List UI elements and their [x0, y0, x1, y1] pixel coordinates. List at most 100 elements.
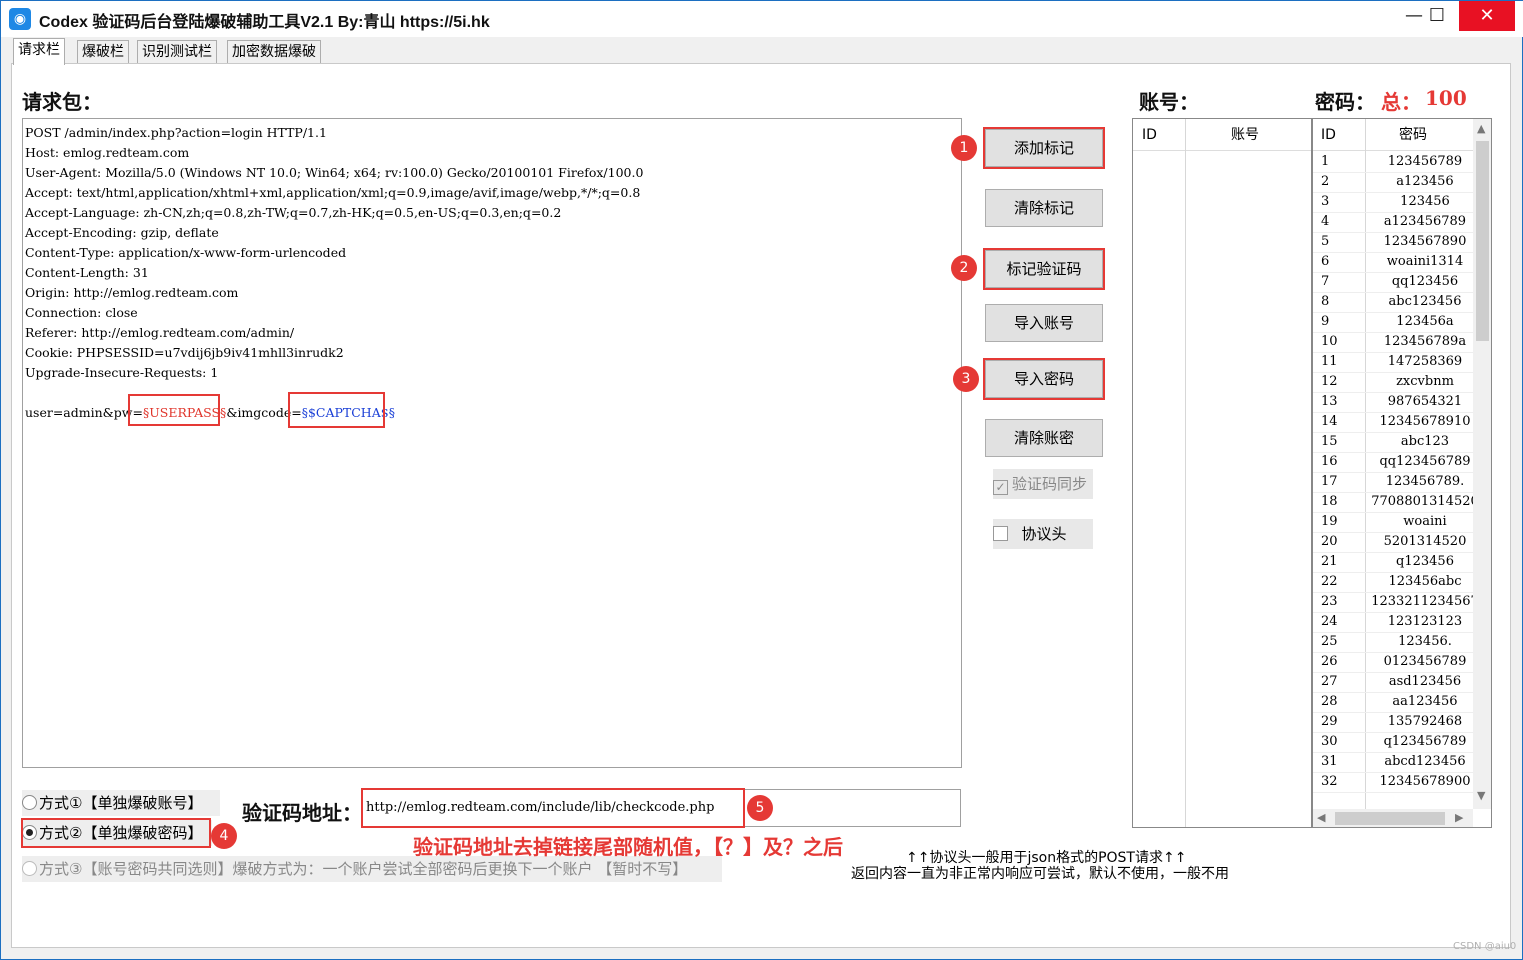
table-row[interactable]: 13 987654321 [1313, 392, 1473, 412]
row-password: 123456789a [1383, 334, 1467, 349]
accounts-table-header: ID 账号 [1133, 119, 1311, 151]
tab-brute[interactable]: 爆破栏 [77, 40, 129, 64]
passwords-vscrollbar[interactable]: ▲ ▼ [1473, 119, 1491, 809]
table-row[interactable]: 24 123123123 [1313, 612, 1473, 632]
row-password: q123456789 [1383, 734, 1467, 749]
row-password: 987654321 [1387, 394, 1463, 409]
row-id: 1 [1321, 154, 1330, 169]
row-id: 17 [1321, 474, 1338, 489]
userpass-highlight [128, 394, 220, 426]
table-row[interactable]: 10 123456789a [1313, 332, 1473, 352]
row-id: 4 [1321, 214, 1330, 229]
row-password: 123456789 [1387, 154, 1463, 169]
window-title: Codex 验证码后台登陆爆破辅助工具V2.1 By:青山 https://5i… [39, 14, 490, 31]
row-id: 14 [1321, 414, 1338, 429]
mode2-highlight [21, 818, 211, 848]
table-row[interactable]: 7 qq123456 [1313, 272, 1473, 292]
table-row[interactable]: 15 abc123 [1313, 432, 1473, 452]
checkbox-unchecked-icon [993, 526, 1008, 541]
request-line: Accept: text/html,application/xhtml+xml,… [25, 185, 641, 200]
row-password: 123456789. [1385, 474, 1465, 489]
table-row[interactable]: 22 123456abc [1313, 572, 1473, 592]
hscroll-thumb[interactable] [1335, 812, 1445, 825]
row-password: 1234567890 [1383, 234, 1467, 249]
table-row[interactable]: 14 12345678910 [1313, 412, 1473, 432]
maximize-button[interactable]: ☐ [1415, 1, 1459, 31]
table-row[interactable]: 9 123456a [1313, 312, 1473, 332]
table-row[interactable]: 4 a123456789 [1313, 212, 1473, 232]
table-row[interactable]: 23 1233211234567 [1313, 592, 1479, 612]
tab-request[interactable]: 请求栏 [13, 38, 65, 65]
table-row[interactable]: 31 abcd123456 [1313, 752, 1473, 772]
captcha-sync-checkbox[interactable]: ✓ 验证码同步 [993, 469, 1093, 499]
scroll-down-icon[interactable]: ▼ [1477, 789, 1485, 802]
table-row[interactable]: 32 12345678900 [1313, 772, 1473, 792]
table-row[interactable]: 18 7708801314520 [1313, 492, 1479, 512]
scroll-thumb[interactable] [1476, 141, 1489, 341]
table-row[interactable]: 29 135792468 [1313, 712, 1473, 732]
accounts-col-account: 账号 [1231, 127, 1259, 143]
mode1-label: 方式①【单独爆破账号】 [39, 794, 203, 812]
captcha-url-note: 验证码地址去掉链接尾部随机值，【？】及？之后 [413, 835, 843, 859]
app-window: ◉ Codex 验证码后台登陆爆破辅助工具V2.1 By:青山 https://… [0, 0, 1523, 960]
table-row[interactable]: 20 5201314520 [1313, 532, 1473, 552]
clear-accounts-button[interactable]: 清除账密 [985, 419, 1103, 457]
row-id: 29 [1321, 714, 1338, 729]
row-password: abcd123456 [1384, 754, 1466, 769]
row-id: 16 [1321, 454, 1338, 469]
table-row[interactable]: 8 abc123456 [1313, 292, 1473, 312]
row-password: asd123456 [1388, 674, 1462, 689]
close-button[interactable]: ✕ [1459, 1, 1515, 31]
mode1-radio[interactable]: 方式①【单独爆破账号】 [22, 790, 220, 816]
table-row[interactable]: 6 woaini1314 [1313, 252, 1473, 272]
row-divider [1313, 792, 1473, 793]
table-row[interactable]: 26 0123456789 [1313, 652, 1473, 672]
protocol-header-checkbox[interactable]: 协议头 [993, 519, 1093, 549]
tab-encrypted-brute[interactable]: 加密数据爆破 [227, 40, 321, 64]
request-textarea[interactable]: POST /admin/index.php?action=login HTTP/… [22, 118, 962, 768]
step-badge-5: 5 [747, 795, 773, 821]
table-row[interactable]: 30 q123456789 [1313, 732, 1473, 752]
table-row[interactable]: 2 a123456 [1313, 172, 1473, 192]
table-row[interactable]: 28 aa123456 [1313, 692, 1473, 712]
row-id: 5 [1321, 234, 1330, 249]
passwords-col-id: ID [1321, 127, 1336, 143]
table-row[interactable]: 21 q123456 [1313, 552, 1473, 572]
scroll-up-icon[interactable]: ▲ [1477, 122, 1485, 135]
row-id: 28 [1321, 694, 1338, 709]
row-password: q123456 [1396, 554, 1454, 569]
accounts-table[interactable]: ID 账号 [1132, 118, 1312, 828]
scroll-right-icon[interactable]: ▶ [1455, 811, 1463, 824]
table-row[interactable]: 12 zxcvbnm [1313, 372, 1473, 392]
row-password: abc123 [1400, 434, 1450, 449]
row-password: 123456 [1400, 194, 1450, 209]
import-account-button[interactable]: 导入账号 [985, 304, 1103, 342]
row-id: 20 [1321, 534, 1338, 549]
table-row[interactable]: 5 1234567890 [1313, 232, 1473, 252]
row-password: qq123456789 [1379, 454, 1471, 469]
table-row[interactable]: 19 woaini [1313, 512, 1473, 532]
row-password: 123456. [1398, 634, 1452, 649]
table-row[interactable]: 17 123456789. [1313, 472, 1473, 492]
table-row[interactable]: 11 147258369 [1313, 352, 1473, 372]
table-row[interactable]: 27 asd123456 [1313, 672, 1473, 692]
row-password: zxcvbnm [1396, 374, 1454, 389]
row-password: a123456789 [1383, 214, 1467, 229]
scroll-left-icon[interactable]: ◀ [1317, 811, 1325, 824]
table-row[interactable]: 16 qq123456789 [1313, 452, 1473, 472]
tab-recognition-test[interactable]: 识别测试栏 [137, 40, 217, 64]
row-password: 123123123 [1387, 614, 1463, 629]
table-row[interactable]: 3 123456 [1313, 192, 1473, 212]
table-row[interactable]: 1 123456789 [1313, 152, 1473, 172]
row-password: woaini1314 [1386, 254, 1464, 269]
clear-mark-button[interactable]: 清除标记 [985, 189, 1103, 227]
passwords-table[interactable]: ID 密码 1 123456789 2 a123456 3 123456 4 a1234567… [1312, 118, 1492, 828]
row-password: aa123456 [1392, 694, 1458, 709]
passwords-col-password: 密码 [1399, 127, 1427, 143]
table-row[interactable]: 25 123456. [1313, 632, 1473, 652]
request-line: Origin: http://emlog.redteam.com [25, 285, 239, 300]
row-id: 15 [1321, 434, 1338, 449]
request-line: Connection: close [25, 305, 138, 320]
passwords-hscrollbar[interactable]: ◀ ▶ [1313, 809, 1473, 827]
row-id: 21 [1321, 554, 1338, 569]
